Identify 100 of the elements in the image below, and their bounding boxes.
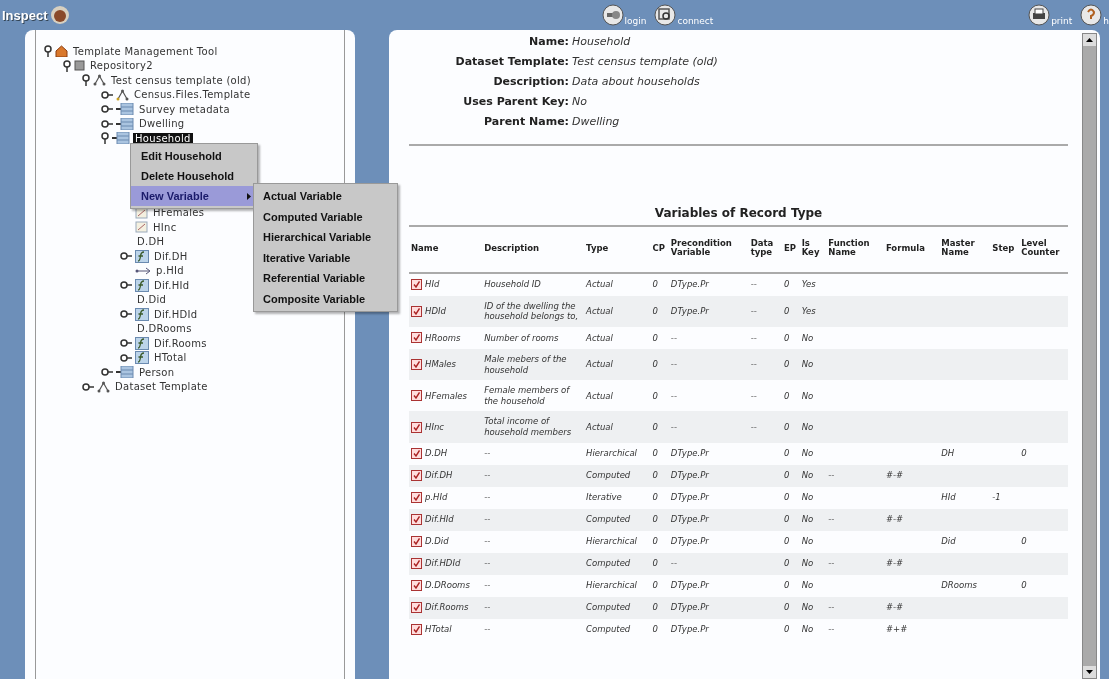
up-arrow-icon[interactable] <box>1086 38 1093 42</box>
column-header: Step <box>990 227 1020 273</box>
table-cell: -- <box>828 558 835 569</box>
table-cell: No <box>801 558 814 569</box>
table-cell: 0 <box>652 421 659 432</box>
checkbox[interactable] <box>411 448 422 460</box>
checkbox[interactable] <box>411 536 422 548</box>
menu-item[interactable]: Delete Household <box>131 166 257 186</box>
key-icon[interactable] <box>101 119 113 128</box>
pin-icon[interactable] <box>82 74 90 87</box>
checkbox[interactable] <box>411 421 422 433</box>
table-cell: 0 <box>783 536 790 547</box>
table-cell: DType.Pr <box>670 448 709 459</box>
checkbox[interactable] <box>411 514 422 526</box>
tree-item[interactable]: Dif.HDId <box>152 308 200 320</box>
tree-item[interactable]: D.DRooms <box>135 323 194 335</box>
table-cell: Hierarchical <box>586 536 637 547</box>
key-icon[interactable] <box>120 281 132 290</box>
function-icon <box>135 278 149 292</box>
magnifier-icon <box>654 4 677 26</box>
key-icon[interactable] <box>101 90 113 99</box>
tree-item[interactable]: Test census template (old) <box>109 74 253 86</box>
table-cell: DRooms <box>941 580 977 591</box>
tree-item[interactable]: D.Did <box>135 294 169 306</box>
key-icon[interactable] <box>82 382 94 391</box>
table-cell: -- <box>484 536 491 547</box>
table-cell: 0 <box>652 359 659 370</box>
tree-item[interactable]: HInc <box>151 221 179 233</box>
table-cell: -- <box>484 514 491 525</box>
table-cell: 0 <box>652 470 659 481</box>
table-cell: DType.Pr <box>670 580 709 591</box>
owl-icon <box>49 5 70 25</box>
table-cell: Iterative <box>586 492 622 503</box>
tree-item[interactable]: Census.Files.Template <box>132 89 253 101</box>
checkbox[interactable] <box>411 279 422 291</box>
tree-item[interactable]: Dwelling <box>137 118 187 130</box>
menu-item[interactable]: Iterative Variable <box>254 247 397 268</box>
table-cell: 0 <box>783 359 790 370</box>
tree-item[interactable]: D.DH <box>135 236 167 248</box>
table-cell: Dif.DH <box>425 470 453 481</box>
table-cell: No <box>801 536 814 547</box>
hierarchy-icon <box>97 380 110 393</box>
tree-item[interactable]: HTotal <box>152 352 189 364</box>
checkbox[interactable] <box>411 332 422 344</box>
tree-item[interactable]: Survey metadata <box>137 103 232 115</box>
menu-item[interactable]: Hierarchical Variable <box>254 227 397 248</box>
table-cell: -- <box>828 602 835 613</box>
key-icon[interactable] <box>101 105 113 114</box>
table-cell: -- <box>670 332 677 343</box>
key-icon[interactable] <box>120 353 132 362</box>
pin-icon[interactable] <box>44 45 52 58</box>
column-header: CP <box>650 227 669 273</box>
list-icon <box>116 103 134 116</box>
down-arrow-icon[interactable] <box>1086 670 1093 674</box>
table-cell: HInc <box>425 421 444 433</box>
table-cell: p.HId <box>425 492 448 503</box>
tree-item[interactable]: Dif.HId <box>152 279 192 291</box>
table-cell: -- <box>750 306 757 316</box>
checkbox[interactable] <box>411 602 422 614</box>
key-icon[interactable] <box>120 339 132 348</box>
tree-item[interactable]: Dif.Rooms <box>152 337 209 349</box>
table-cell: 0 <box>1021 580 1027 591</box>
database-icon <box>74 60 85 72</box>
menu-item[interactable]: Referential Variable <box>254 268 397 289</box>
table-cell: -- <box>750 359 757 370</box>
tree-item[interactable]: Repository2 <box>88 60 155 72</box>
tree-item[interactable]: Household <box>133 132 193 144</box>
table-cell: HDId <box>425 306 446 317</box>
key-icon[interactable] <box>101 368 113 377</box>
table-cell: Household ID <box>484 279 541 290</box>
tree-item[interactable]: Person <box>137 366 177 378</box>
checkbox[interactable] <box>411 359 422 371</box>
pin-icon[interactable] <box>63 59 71 72</box>
table-cell: No <box>801 470 814 481</box>
menu-item[interactable]: Edit Household <box>131 146 257 166</box>
table-cell: 0 <box>652 624 659 635</box>
table-cell: Hierarchical <box>586 580 637 591</box>
table-title: Variables of Record Type <box>409 206 1068 227</box>
scrollbar[interactable] <box>1082 33 1097 679</box>
tree-item[interactable]: Template Management Tool <box>71 45 220 57</box>
checkbox[interactable] <box>411 492 422 504</box>
checkbox[interactable] <box>411 390 422 402</box>
checkbox[interactable] <box>411 305 422 317</box>
menu-item[interactable]: Computed Variable <box>254 206 397 227</box>
menu-item[interactable]: Composite Variable <box>254 288 397 309</box>
key-icon[interactable] <box>120 252 132 261</box>
pin-icon[interactable] <box>101 132 109 145</box>
table-cell: -- <box>750 279 757 290</box>
table-cell: DType.Pr <box>670 624 709 635</box>
checkbox[interactable] <box>411 558 422 570</box>
menu-item[interactable]: Actual Variable <box>254 186 397 207</box>
checkbox[interactable] <box>411 470 422 482</box>
tree-item[interactable]: Dataset Template <box>113 381 210 393</box>
table-cell: -- <box>750 421 757 432</box>
tree-item[interactable]: Dif.DH <box>152 250 190 262</box>
table-cell: Male mebers of the household <box>484 353 567 375</box>
key-icon[interactable] <box>120 310 132 319</box>
tree-item[interactable]: p.HId <box>154 265 186 277</box>
checkbox[interactable] <box>411 624 422 636</box>
checkbox[interactable] <box>411 580 422 592</box>
